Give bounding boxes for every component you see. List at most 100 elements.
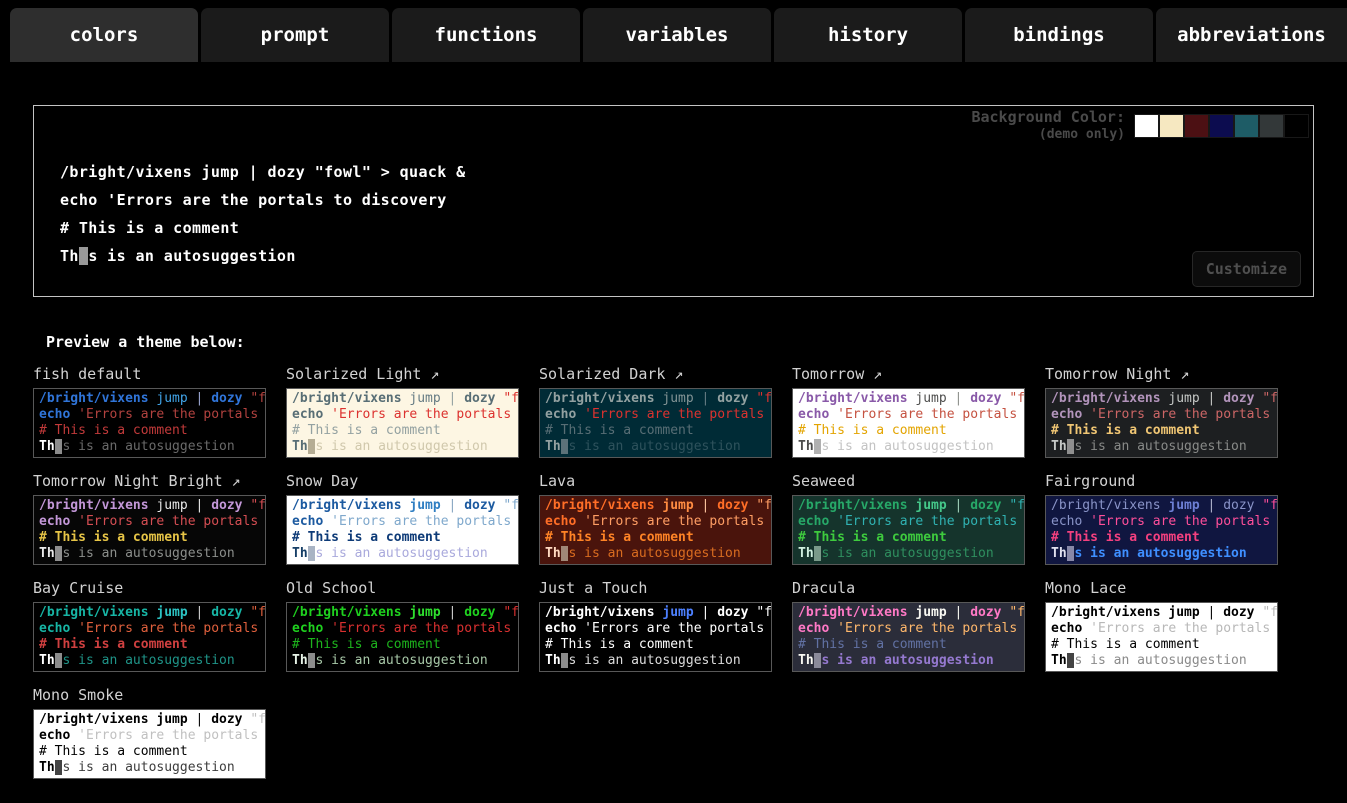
theme-title-link[interactable]: Solarized Light ↗: [286, 365, 519, 383]
terminal-line: This is an autosuggestion: [798, 439, 1019, 455]
terminal-line: # This is a comment: [292, 530, 513, 546]
theme-preview[interactable]: /bright/vixens jump | dozy "fowl" > quac…: [539, 602, 772, 672]
segment-typed: Th: [798, 653, 814, 668]
segment-plain: [98, 191, 107, 209]
terminal-line: echo 'Errors are the portals to discover…: [292, 621, 513, 637]
segment-plain: [70, 621, 78, 636]
segment-comment: # This is a comment: [39, 530, 188, 545]
segment-typed: Th: [292, 546, 308, 561]
terminal-line: echo 'Errors are the portals to discover…: [1051, 407, 1272, 423]
terminal-line: This is an autosuggestion: [60, 242, 1313, 270]
terminal-line: This is an autosuggestion: [545, 653, 766, 669]
theme-title: Seaweed: [792, 472, 1025, 490]
bg-swatch-charcoal[interactable]: [1259, 114, 1284, 138]
segment-quote: 'Errors are the portals to discovery: [1090, 621, 1278, 636]
background-color-label: Background Color: (demo only): [971, 109, 1125, 143]
theme-preview[interactable]: /bright/vixens jump | dozy "fowl" > quac…: [33, 388, 266, 458]
segment-command: dozy: [717, 605, 748, 620]
theme-preview[interactable]: /bright/vixens jump | dozy "fowl" > quac…: [33, 602, 266, 672]
segment-quote: "fowl": [250, 605, 266, 620]
terminal-line: echo 'Errors are the portals to discover…: [292, 407, 513, 423]
segment-typed: Th: [292, 439, 308, 454]
segment-quote: 'Errors are the portals to discovery: [1090, 514, 1278, 529]
bg-swatch-cream[interactable]: [1159, 114, 1184, 138]
segment-command: dozy: [211, 391, 242, 406]
theme-preview[interactable]: /bright/vixens jump | dozy "fowl" > quac…: [792, 495, 1025, 565]
segment-plain: [1082, 621, 1090, 636]
segment-quote: "fowl": [503, 605, 519, 620]
theme-preview[interactable]: /bright/vixens jump | dozy "fowl" > quac…: [1045, 388, 1278, 458]
theme-title: Dracula: [792, 579, 1025, 597]
theme-title-link[interactable]: Solarized Dark ↗: [539, 365, 772, 383]
theme-preview[interactable]: /bright/vixens jump | dozy "fowl" > quac…: [792, 388, 1025, 458]
theme-title-link[interactable]: Tomorrow ↗: [792, 365, 1025, 383]
segment-command: echo: [545, 514, 576, 529]
segment-typed: Th: [1051, 653, 1067, 668]
theme-preview[interactable]: /bright/vixens jump | dozy "fowl" > quac…: [33, 709, 266, 779]
segment-typed: Th: [39, 760, 55, 775]
tab-history[interactable]: history: [774, 8, 962, 62]
segment-plain: [576, 514, 584, 529]
theme-tile: Solarized Light ↗ /bright/vixens jump | d…: [286, 365, 519, 458]
tab-variables[interactable]: variables: [583, 8, 771, 62]
terminal-line: /bright/vixens jump | dozy "fowl" > quac…: [545, 498, 766, 514]
segment-comment: # This is a comment: [39, 423, 188, 438]
bg-swatch-white[interactable]: [1134, 114, 1159, 138]
theme-preview[interactable]: /bright/vixens jump | dozy "fowl" > quac…: [1045, 602, 1278, 672]
terminal-line: /bright/vixens jump | dozy "fowl" > quac…: [545, 605, 766, 621]
theme-title: fish default: [33, 365, 266, 383]
theme-tile: Seaweed/bright/vixens jump | dozy "fowl"…: [792, 472, 1025, 565]
segment-quote: 'Errors are the portals to discovery: [331, 621, 519, 636]
segment-plain: [694, 391, 702, 406]
segment-command: /bright/vixens: [545, 391, 655, 406]
segment-param: jump: [156, 712, 187, 727]
terminal-line: /bright/vixens jump | dozy "fowl" > quac…: [798, 605, 1019, 621]
tab-bindings[interactable]: bindings: [965, 8, 1153, 62]
theme-preview[interactable]: /bright/vixens jump | dozy "fowl" > quac…: [1045, 495, 1278, 565]
theme-preview[interactable]: /bright/vixens jump | dozy "fowl" > quac…: [539, 388, 772, 458]
segment-autosuggestion: s is an autosuggestion: [315, 546, 487, 561]
customize-button[interactable]: Customize: [1192, 251, 1301, 287]
segment-autosuggestion: s is an autosuggestion: [568, 653, 740, 668]
segment-plain: [323, 621, 331, 636]
segment-command: echo: [39, 407, 70, 422]
terminal-line: # This is a comment: [39, 637, 260, 653]
external-link-icon: ↗: [864, 365, 882, 383]
segment-quote: 'Errors are the portals to discovery: [107, 191, 447, 209]
terminal-line: echo 'Errors are the portals to discover…: [798, 407, 1019, 423]
segment-autosuggestion: s is an autosuggestion: [62, 653, 234, 668]
segment-plain: [188, 498, 196, 513]
segment-comment: # This is a comment: [798, 423, 947, 438]
segment-command: echo: [798, 621, 829, 636]
tab-functions[interactable]: functions: [392, 8, 580, 62]
segment-command: /bright/vixens: [292, 391, 402, 406]
theme-tile: Snow Day/bright/vixens jump | dozy "fowl…: [286, 472, 519, 565]
theme-preview[interactable]: /bright/vixens jump | dozy "fowl" > quac…: [286, 388, 519, 458]
tab-prompt[interactable]: prompt: [201, 8, 389, 62]
segment-command: echo: [545, 407, 576, 422]
background-color-controls: Background Color: (demo only): [971, 109, 1309, 143]
theme-preview[interactable]: /bright/vixens jump | dozy "fowl" > quac…: [286, 495, 519, 565]
segment-quote: "fowl": [250, 712, 266, 727]
theme-preview[interactable]: /bright/vixens jump | dozy "fowl" > quac…: [33, 495, 266, 565]
segment-plain: [829, 407, 837, 422]
bg-swatch-maroon[interactable]: [1184, 114, 1209, 138]
terminal-line: /bright/vixens jump | dozy "fowl" > quac…: [292, 391, 513, 407]
terminal-line: /bright/vixens jump | dozy "fowl" > quac…: [39, 391, 260, 407]
bg-swatch-teal[interactable]: [1234, 114, 1259, 138]
external-link-icon: ↗: [421, 365, 439, 383]
theme-title-link[interactable]: Tomorrow Night Bright ↗: [33, 472, 266, 490]
segment-quote: "fowl": [1009, 498, 1025, 513]
bg-swatch-black[interactable]: [1284, 114, 1309, 138]
bg-swatch-navy[interactable]: [1209, 114, 1234, 138]
segment-plain: [947, 605, 955, 620]
segment-plain: [188, 391, 196, 406]
segment-autosuggestion: s is an autosuggestion: [568, 439, 740, 454]
segment-autosuggestion: s is an autosuggestion: [821, 439, 993, 454]
theme-preview[interactable]: /bright/vixens jump | dozy "fowl" > quac…: [539, 495, 772, 565]
theme-preview[interactable]: /bright/vixens jump | dozy "fowl" > quac…: [792, 602, 1025, 672]
tab-colors[interactable]: colors: [10, 8, 198, 62]
theme-preview[interactable]: /bright/vixens jump | dozy "fowl" > quac…: [286, 602, 519, 672]
tab-abbreviations[interactable]: abbreviations: [1156, 8, 1347, 62]
theme-title-link[interactable]: Tomorrow Night ↗: [1045, 365, 1278, 383]
